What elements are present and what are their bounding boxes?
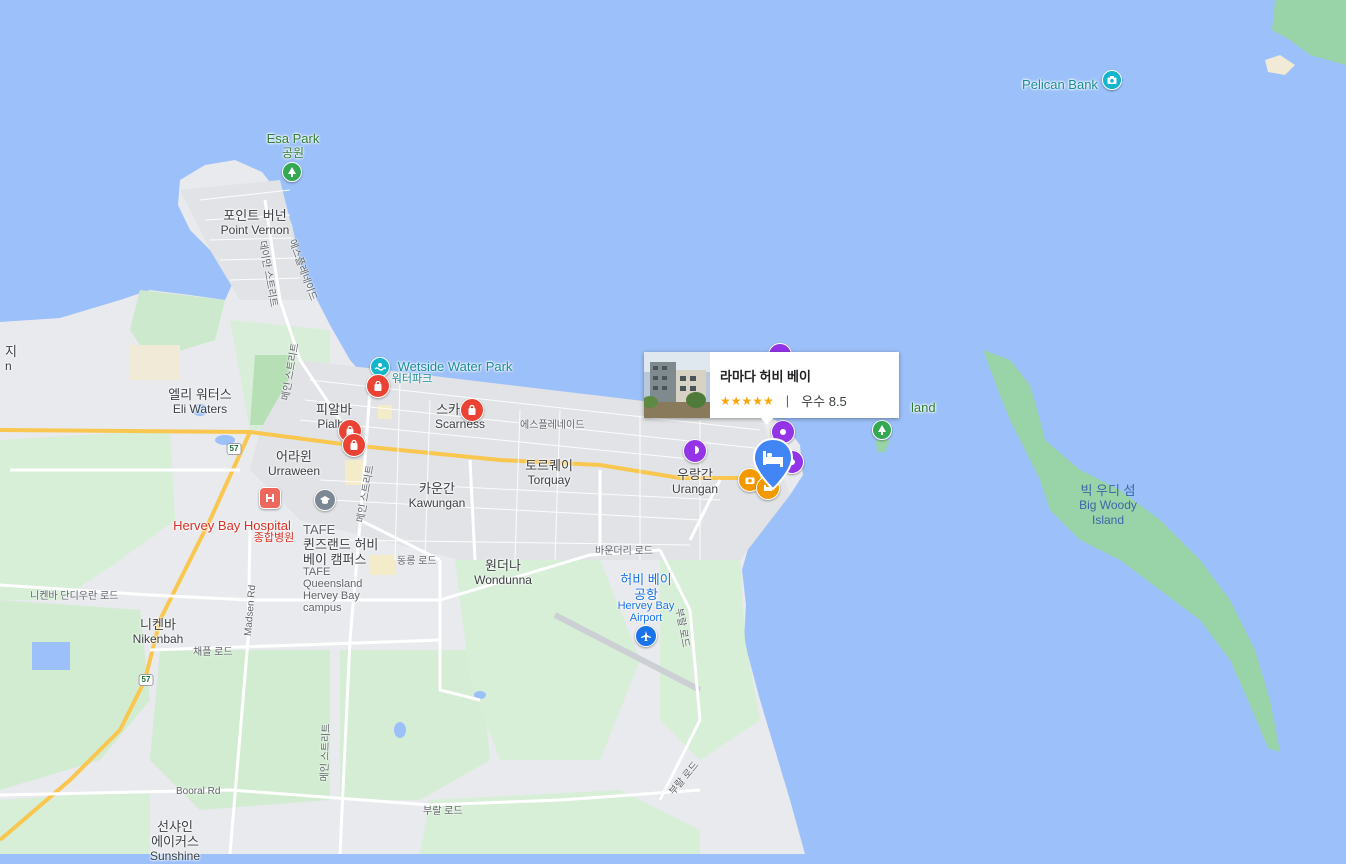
road-label-dungong: 동롱 로드 xyxy=(397,556,437,567)
rating-separator: | xyxy=(785,393,790,408)
hotel-info-card[interactable]: 라마다 허비 베이 ★★★★★ | 우수 8.5 xyxy=(642,352,899,418)
point-vernon-label[interactable]: 포인트 버넌 Point Vernon xyxy=(221,208,290,238)
sunshine-acres-label[interactable]: 선샤인 에이커스 Sunshine xyxy=(150,819,200,864)
shopping-bag-icon[interactable] xyxy=(460,398,484,422)
hotel-photo[interactable] xyxy=(642,352,710,418)
tafe-label-ko[interactable]: TAFE 퀸즈랜드 허비 베이 캠퍼스 xyxy=(303,522,378,567)
tafe-label-en: TAFE Queensland Hervey Bay campus xyxy=(303,566,363,614)
shopping-bag-icon[interactable] xyxy=(342,433,366,457)
hospital-sub-label: 종합병원 xyxy=(253,532,295,544)
road-label-booral: Booral Rd xyxy=(176,786,221,797)
road-label-nikenbah-rd: 니켄바 단디우란 로드 xyxy=(30,591,119,602)
hotel-bed-icon[interactable] xyxy=(752,437,794,491)
road-label-main-st-2: 메인 스트리트 xyxy=(319,723,333,782)
airport-label-en: Hervey Bay Airport xyxy=(617,600,675,624)
wetside-water-park-label[interactable]: Wetside Water Park xyxy=(398,359,513,374)
airplane-icon[interactable] xyxy=(635,625,657,647)
hotel-name: 라마다 허비 베이 xyxy=(720,369,811,384)
wondunna-label[interactable]: 원더나 Wondunna xyxy=(474,558,532,588)
island-partial-label[interactable]: land xyxy=(911,400,936,415)
highway-shield: 57 xyxy=(226,443,242,455)
road-label-boundary: 바운더리 로드 xyxy=(595,546,653,557)
nikenbah-label[interactable]: 니켄바 Nikenbah xyxy=(133,617,184,647)
school-icon[interactable] xyxy=(314,489,336,511)
airport-label-ko[interactable]: 허비 베이 공항 xyxy=(620,572,671,602)
wetside-water-park-sub: 워터파크 xyxy=(391,373,433,385)
rating-text: 우수 8.5 xyxy=(801,394,847,409)
tree-icon[interactable] xyxy=(282,162,302,182)
road-label-chapel: 채플 로드 xyxy=(193,647,233,658)
highway-shield: 57 xyxy=(138,674,154,686)
hospital-icon[interactable] xyxy=(259,487,281,509)
camera-icon[interactable] xyxy=(1102,70,1122,90)
attraction-icon[interactable] xyxy=(683,439,707,463)
star-rating-icons: ★★★★★ xyxy=(720,393,774,408)
urraween-label[interactable]: 어라윈 Urraween xyxy=(268,449,320,479)
torquay-label[interactable]: 토르퀘이 Torquay xyxy=(525,458,573,488)
urangan-label[interactable]: 우랑간 Urangan xyxy=(672,467,718,497)
shopping-bag-icon[interactable] xyxy=(366,374,390,398)
kawungan-label[interactable]: 카운간 Kawungan xyxy=(409,481,466,511)
eli-waters-label[interactable]: 엘리 워터스 Eli Waters xyxy=(168,387,231,417)
road-label-bural: 부랄 로드 xyxy=(423,806,463,817)
tree-icon[interactable] xyxy=(872,420,892,440)
hospital-label[interactable]: Hervey Bay Hospital xyxy=(173,518,291,533)
map-canvas[interactable] xyxy=(0,0,1346,854)
road-label-esplanade: 에스플레네이드 xyxy=(520,420,585,431)
hotel-rating-row: ★★★★★ | 우수 8.5 xyxy=(720,391,847,410)
pelican-bank-label[interactable]: Pelican Bank xyxy=(1022,77,1098,92)
card-pointer xyxy=(760,417,774,425)
edge-place-label: 지n xyxy=(5,344,17,373)
big-woody-island-label[interactable]: 빅 우디 섬 Big Woody Island xyxy=(1079,483,1137,528)
esa-park-label[interactable]: Esa Park 공원 xyxy=(267,131,320,161)
